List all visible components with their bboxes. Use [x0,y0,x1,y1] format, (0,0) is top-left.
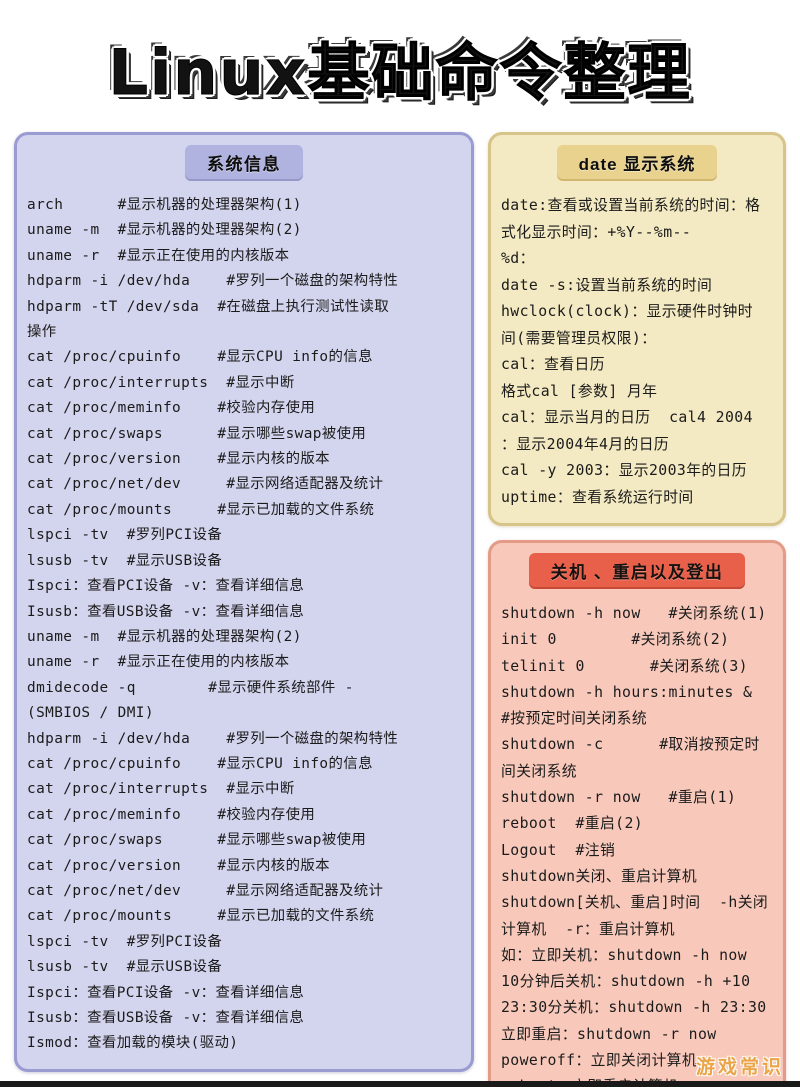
panel-date-lines: date:查看或设置当前系统的时间：格 式化显示时间：+%Y--%m-- %d： da… [501,193,773,511]
panel-date-header: date 显示系统 [501,145,773,181]
command-line: reboot #重启(2) [501,815,644,833]
command-line: lspci -tv #罗列PCI设备 [27,527,223,544]
command-line: cat /proc/cpuinfo #显示CPU info的信息 [27,349,373,366]
panel-system-info-badge: 系统信息 [185,145,303,181]
command-line: dmidecode -q #显示硬件系统部件 - [27,679,354,696]
command-line: Ispci：查看PCI设备 -v：查看详细信息 [27,578,305,595]
command-line: date:查看或设置当前系统的时间：格 [501,197,761,214]
panel-system-info-lines: arch #显示机器的处理器架构(1) uname -m #显示机器的处理器架构(… [27,193,461,1057]
command-line: Ispci：查看PCI设备 -v：查看详细信息 [27,984,305,1001]
command-line: shutdown[关机、重启]时间 -h关闭 [501,894,769,912]
command-line: 23:30分关机：shutdown -h 23:30 [501,999,767,1017]
command-line: ：显示2004年4月的日历 [501,435,670,453]
command-line: uname -m #显示机器的处理器架构(2) [27,222,302,239]
command-line: lsusb -tv #显示USB设备 [27,552,223,569]
command-line: hdparm -tT /dev/sda #在磁盘上执行测试性读取 [27,298,390,315]
panel-system-info-header: 系统信息 [27,145,461,181]
command-line: cat /proc/cpuinfo #显示CPU info的信息 [27,755,373,772]
command-line: shutdown关闭、重启计算机 [501,867,698,885]
command-line: #按预定时间关闭系统 [501,710,648,728]
command-line: cat /proc/version #显示内核的版本 [27,451,330,468]
command-line: cat /proc/version #显示内核的版本 [27,857,330,874]
command-line: shutdown -h now #关闭系统(1) [501,605,767,622]
command-line: 间关闭系统 [501,762,577,780]
command-line: uname -r #显示正在使用的内核版本 [27,247,290,264]
command-line: uptime：查看系统运行时间 [501,488,694,506]
command-line: cat /proc/mounts #显示已加载的文件系统 [27,908,375,925]
command-line: uname -r #显示正在使用的内核版本 [27,654,290,671]
panel-system-info: 系统信息 arch #显示机器的处理器架构(1) uname -m #显示机器的处… [14,132,474,1072]
command-line: date -s:设置当前系统的时间 [501,276,713,294]
command-line: Logout #注销 [501,841,616,859]
command-line: cat /proc/meminfo #校验内存使用 [27,400,316,417]
command-line: telinit 0 #关闭系统(3) [501,657,748,675]
command-line: (SMBIOS / DMI) [27,705,154,722]
page-header: Linux基础命令整理 [0,0,800,132]
command-line: cal：查看日历 [501,356,605,373]
command-line: shutdown -c #取消按预定时 [501,736,760,754]
command-line: 操作 [27,324,57,341]
bottom-strip [0,1081,800,1087]
command-line: cal：显示当月的日历 cal4 2004 [501,409,753,426]
command-line: cal -y 2003：显示2003年的日历 [501,462,748,479]
command-line: 计算机 -r：重启计算机 [501,920,676,938]
command-line: %d： [501,250,535,267]
command-line: uname -m #显示机器的处理器架构(2) [27,628,302,645]
command-line: hdparm -i /dev/hda #罗列一个磁盘的架构特性 [27,730,399,747]
command-line: arch #显示机器的处理器架构(1) [27,197,302,213]
command-line: 10分钟后关机：shutdown -h +10 [501,973,751,991]
command-line: 格式cal [参数] 月年 [501,382,658,400]
command-line: hdparm -i /dev/hda #罗列一个磁盘的架构特性 [27,273,399,290]
command-line: 如：立即关机：shutdown -h now [501,946,748,964]
command-line: cat /proc/mounts #显示已加载的文件系统 [27,501,375,518]
command-line: shutdown -h hours:minutes & [501,683,753,701]
right-column: date 显示系统 date:查看或设置当前系统的时间：格 式化显示时间：+%Y-… [488,132,786,1087]
panel-power: 关机 、重启以及登出 shutdown -h now #关闭系统(1) init … [488,540,786,1087]
panel-power-header: 关机 、重启以及登出 [501,553,773,589]
command-line: Ismod：查看加载的模块(驱动) [27,1035,239,1052]
command-line: Isusb：查看USB设备 -v：查看详细信息 [27,1010,305,1026]
command-line: hwclock(clock)：显示硬件时钟时 [501,303,753,320]
panel-power-lines: shutdown -h now #关闭系统(1) init 0 #关闭系统(2) t… [501,601,773,1087]
page-title: Linux基础命令整理 [108,36,692,109]
command-line: cat /proc/net/dev #显示网络适配器及统计 [27,476,384,493]
command-line: init 0 #关闭系统(2) [501,631,730,649]
panels-board: 系统信息 arch #显示机器的处理器架构(1) uname -m #显示机器的处… [0,132,800,1087]
command-line: cat /proc/meminfo #校验内存使用 [27,806,316,823]
command-line: 立即重启：shutdown -r now [501,1025,717,1043]
panel-date-badge: date 显示系统 [556,145,718,181]
command-line: lsusb -tv #显示USB设备 [27,959,223,976]
command-line: Isusb：查看USB设备 -v：查看详细信息 [27,603,305,620]
command-line: 式化显示时间：+%Y--%m-- [501,223,692,241]
command-line: shutdown -r now #重启(1) [501,789,737,807]
command-line: cat /proc/swaps #显示哪些swap被使用 [27,832,367,849]
command-line: cat /proc/net/dev #显示网络适配器及统计 [27,882,384,899]
command-line: cat /proc/interrupts #显示中断 [27,781,295,798]
command-line: cat /proc/interrupts #显示中断 [27,374,295,391]
command-line: 间(需要管理员权限)： [501,329,657,347]
command-line: lspci -tv #罗列PCI设备 [27,933,223,950]
panel-date: date 显示系统 date:查看或设置当前系统的时间：格 式化显示时间：+%Y-… [488,132,786,526]
panel-power-badge: 关机 、重启以及登出 [528,553,746,589]
command-line: cat /proc/swaps #显示哪些swap被使用 [27,425,367,442]
watermark: 游戏常识 [695,1057,784,1078]
